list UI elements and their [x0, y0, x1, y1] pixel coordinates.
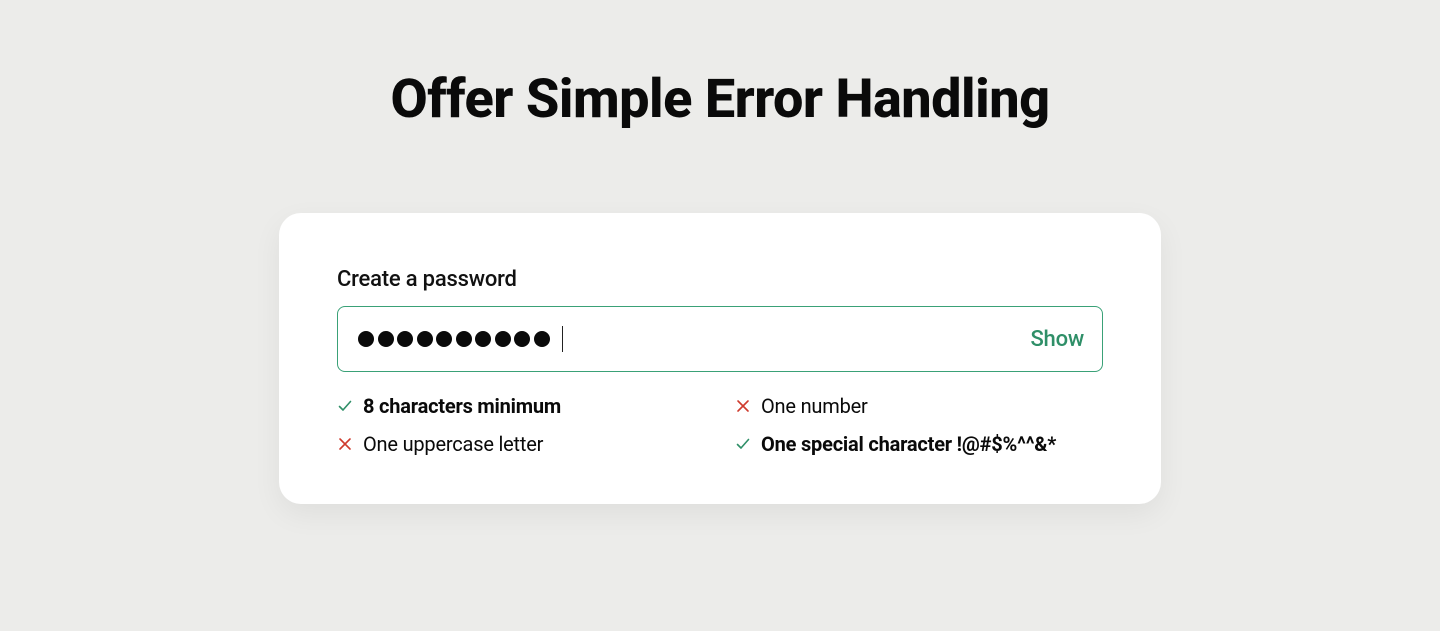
mask-dot — [456, 331, 472, 347]
password-input[interactable]: Show — [337, 306, 1103, 372]
password-rules: 8 characters minimum One number One upperc… — [337, 394, 1103, 456]
rule-text: One uppercase letter — [363, 432, 543, 456]
check-icon — [735, 436, 751, 452]
x-icon — [735, 398, 751, 414]
rule-text: One number — [761, 394, 868, 418]
mask-dot — [495, 331, 511, 347]
password-rule: One uppercase letter — [337, 432, 705, 456]
password-rule: One special character !@#$%^^&* — [735, 432, 1103, 456]
rule-text: 8 characters minimum — [363, 394, 561, 418]
show-password-button[interactable]: Show — [1030, 327, 1084, 352]
mask-dot — [397, 331, 413, 347]
page-title: Offer Simple Error Handling — [390, 68, 1049, 131]
password-label: Create a password — [337, 267, 1103, 292]
password-card: Create a password Show 8 characters mini… — [279, 213, 1161, 504]
check-icon — [337, 398, 353, 414]
password-mask — [358, 331, 550, 347]
text-cursor — [562, 326, 564, 352]
password-rule: 8 characters minimum — [337, 394, 705, 418]
mask-dot — [358, 331, 374, 347]
mask-dot — [417, 331, 433, 347]
mask-dot — [378, 331, 394, 347]
mask-dot — [436, 331, 452, 347]
x-icon — [337, 436, 353, 452]
mask-dot — [534, 331, 550, 347]
password-rule: One number — [735, 394, 1103, 418]
mask-dot — [514, 331, 530, 347]
mask-dot — [475, 331, 491, 347]
rule-text: One special character !@#$%^^&* — [761, 432, 1056, 456]
